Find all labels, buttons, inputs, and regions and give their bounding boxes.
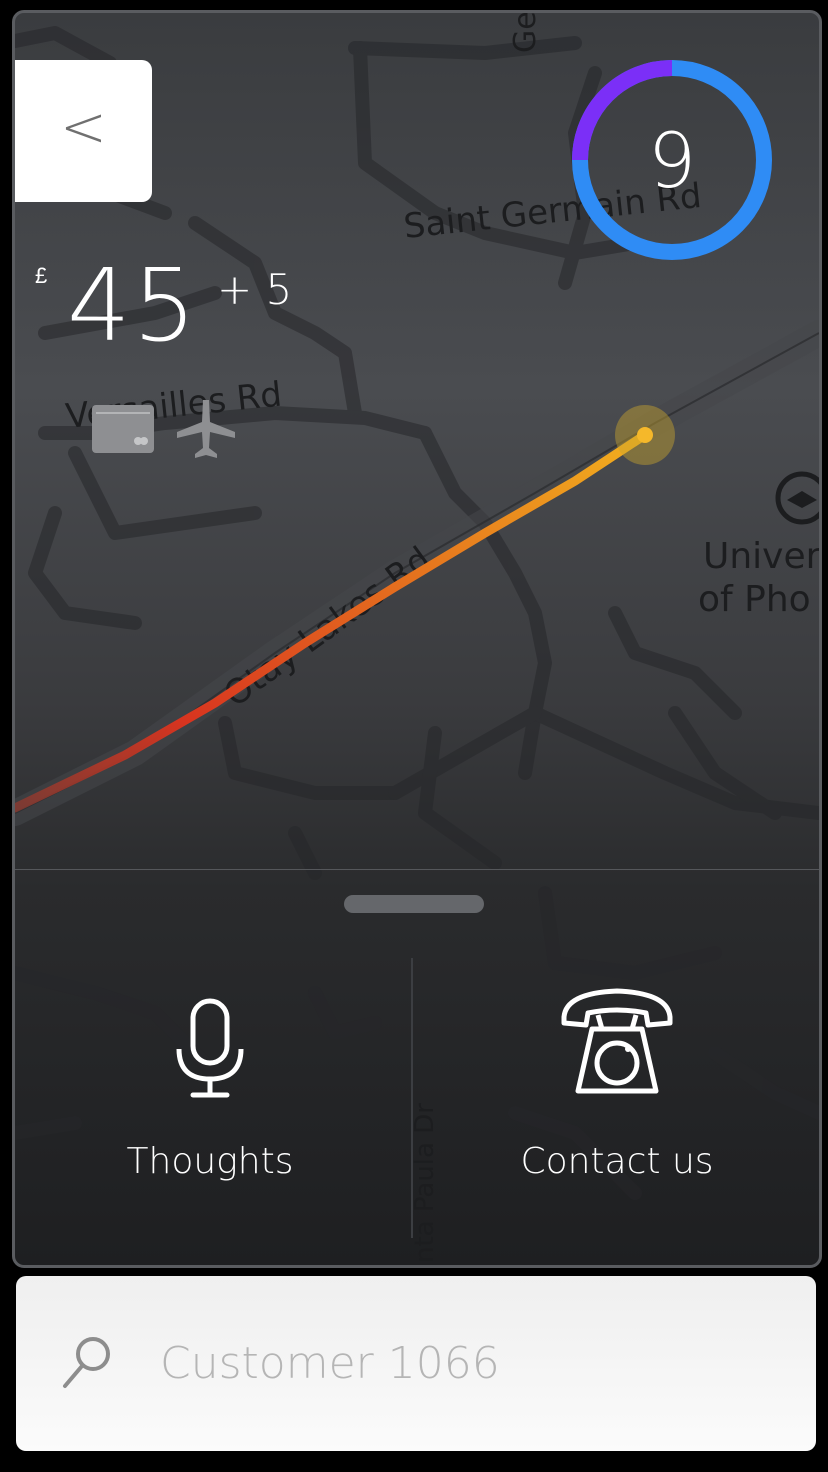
airplane-icon — [177, 400, 235, 458]
search-icon — [63, 1337, 110, 1388]
credit-card-icon — [92, 405, 154, 453]
panel-divider — [15, 869, 819, 870]
action-divider — [411, 958, 413, 1238]
university-poi-icon[interactable] — [775, 471, 819, 525]
map-label-santa-paula: nta Paula Dr — [410, 1103, 440, 1263]
back-button[interactable]: < — [15, 60, 152, 202]
microphone-icon — [176, 998, 244, 1098]
thoughts-button[interactable]: Thoughts — [60, 973, 360, 1213]
map-card: Saint Germain Rd Versailles Rd Otay Lake… — [12, 10, 822, 1268]
route-marker-dot[interactable] — [637, 427, 653, 443]
back-chevron-icon: < — [60, 95, 107, 160]
counter-value: 9 — [647, 115, 697, 205]
fare-amount: 45 — [67, 247, 199, 364]
fare-extra: + 5 — [217, 265, 293, 314]
thoughts-label: Thoughts — [126, 1141, 294, 1182]
contact-us-button[interactable]: Contact us — [467, 973, 767, 1213]
map-label-top-partial: Ge — [508, 13, 543, 53]
map-label-university-2: of Pho — [698, 579, 811, 620]
map-label-university-1: Univer — [703, 536, 819, 577]
drag-handle[interactable] — [344, 895, 484, 913]
search-bar[interactable] — [16, 1276, 816, 1451]
fare-currency: £ — [35, 263, 48, 288]
telephone-icon — [561, 988, 673, 1094]
search-input[interactable] — [156, 1328, 784, 1398]
contact-us-label: Contact us — [520, 1141, 714, 1182]
